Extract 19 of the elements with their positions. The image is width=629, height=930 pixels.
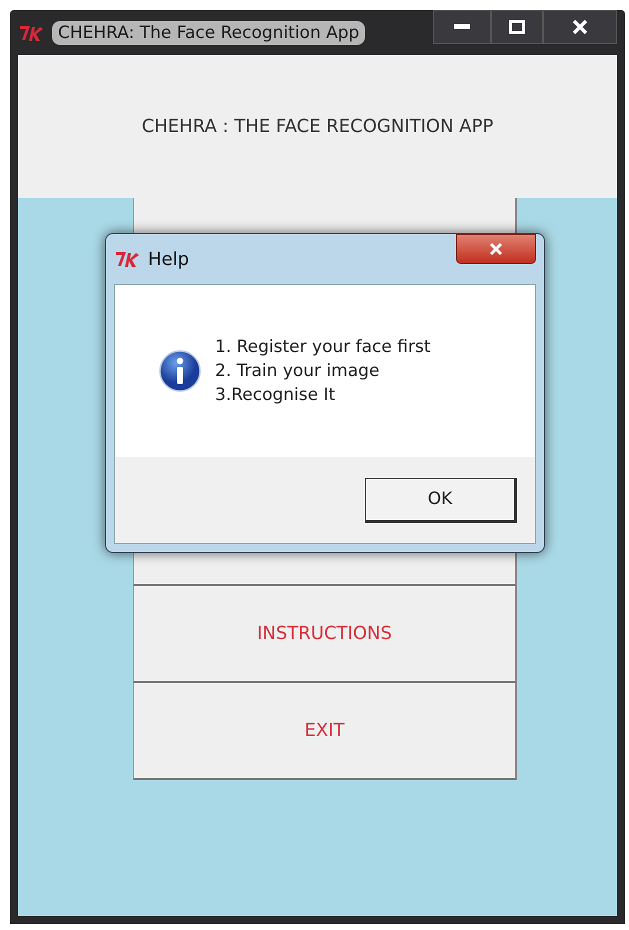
close-icon <box>489 242 503 256</box>
message-line: 2. Train your image <box>215 360 380 383</box>
info-icon <box>159 350 201 392</box>
minimize-icon <box>454 24 470 30</box>
close-button[interactable] <box>543 10 617 44</box>
app-heading: CHEHRA : THE FACE RECOGNITION APP <box>142 116 494 137</box>
menu-button[interactable]: INSTRUCTIONS <box>133 586 517 683</box>
dialog-icon <box>114 249 140 269</box>
ok-button[interactable]: OK <box>365 478 517 522</box>
maximize-button[interactable] <box>491 10 543 44</box>
close-icon <box>572 19 588 35</box>
close-button[interactable] <box>456 234 536 264</box>
message-line: 1. Register your face first <box>215 336 430 359</box>
dialog-title: Help <box>148 248 190 270</box>
message-line: 3.Recognise It <box>215 384 336 407</box>
menu-button[interactable]: EXIT <box>133 683 517 780</box>
maximize-icon <box>509 20 525 34</box>
window-title: CHEHRA: The Face Recognition App <box>52 20 366 44</box>
minimize-button[interactable] <box>433 10 491 44</box>
